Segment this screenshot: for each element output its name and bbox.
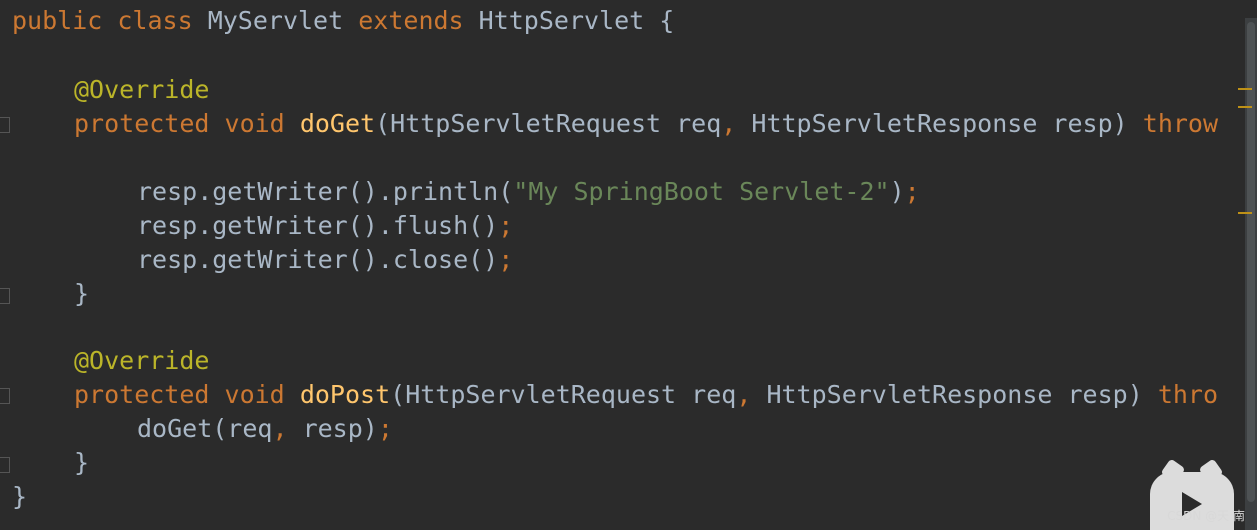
paren: ( — [375, 109, 391, 138]
keyword: extends — [358, 6, 464, 35]
method-call: resp.getWriter().close() — [137, 245, 499, 274]
paren: ) — [889, 177, 905, 206]
method-name: doPost — [299, 380, 391, 409]
method-call: resp.getWriter().println( — [137, 177, 514, 206]
paren: ) — [1112, 109, 1128, 138]
method-name: doGet — [299, 109, 376, 138]
brace: } — [74, 279, 90, 308]
comma: , — [736, 380, 752, 409]
keyword: thro — [1157, 380, 1219, 409]
warning-marker[interactable] — [1238, 88, 1252, 90]
code-editor[interactable]: public class MyServlet extends HttpServl… — [0, 0, 1245, 530]
keyword: class — [117, 6, 193, 35]
code-line-7: resp.getWriter().flush(); — [137, 209, 513, 243]
brace: } — [74, 448, 90, 477]
parameter: resp) — [287, 414, 378, 443]
code-line-9: } — [74, 277, 89, 311]
code-line-12: protected void doPost(HttpServletRequest… — [74, 378, 1218, 412]
brace: } — [12, 482, 28, 511]
warning-marker[interactable] — [1238, 212, 1252, 214]
keyword: public — [12, 6, 103, 35]
keyword: protected — [74, 109, 210, 138]
keyword: throw — [1142, 109, 1219, 138]
keyword: void — [224, 380, 285, 409]
paren: ( — [390, 380, 406, 409]
parameter: HttpServletResponse resp — [751, 109, 1113, 138]
string-literal: "My SpringBoot Servlet-2" — [513, 177, 890, 206]
code-line-1: public class MyServlet extends HttpServl… — [12, 4, 674, 38]
keyword: void — [224, 109, 285, 138]
code-line-8: resp.getWriter().close(); — [137, 243, 513, 277]
method-call: doGet(req — [137, 414, 273, 443]
paren: ) — [1127, 380, 1143, 409]
scrollbar-thumb[interactable] — [1247, 22, 1255, 502]
fold-marker-icon[interactable] — [0, 457, 10, 473]
code-line-15: } — [12, 480, 27, 514]
code-line-6: resp.getWriter().println("My SpringBoot … — [137, 175, 920, 209]
class-name: MyServlet — [207, 6, 344, 35]
annotation: @Override — [74, 75, 210, 104]
parameter: HttpServletResponse resp — [766, 380, 1128, 409]
annotation: @Override — [74, 346, 210, 375]
code-line-11: @Override — [74, 344, 209, 378]
vertical-scrollbar[interactable] — [1245, 18, 1257, 530]
comma: , — [721, 109, 737, 138]
semicolon: ; — [904, 177, 920, 206]
brace: { — [659, 6, 675, 35]
code-line-13: doGet(req, resp); — [137, 412, 393, 446]
comma: , — [272, 414, 288, 443]
parameter: HttpServletRequest req — [405, 380, 737, 409]
code-line-3: @Override — [74, 73, 209, 107]
semicolon: ; — [377, 414, 393, 443]
fold-marker-icon[interactable] — [0, 117, 10, 133]
fold-marker-icon[interactable] — [0, 388, 10, 404]
fold-marker-icon[interactable] — [0, 288, 10, 304]
code-line-4: protected void doGet(HttpServletRequest … — [74, 107, 1218, 141]
watermark: CSDN @天 南 — [1167, 509, 1245, 523]
parent-class: HttpServlet — [478, 6, 645, 35]
method-call: resp.getWriter().flush() — [137, 211, 499, 240]
code-line-14: } — [74, 446, 89, 480]
warning-marker[interactable] — [1238, 106, 1252, 108]
keyword: protected — [74, 380, 210, 409]
parameter: HttpServletRequest req — [390, 109, 722, 138]
semicolon: ; — [498, 211, 514, 240]
semicolon: ; — [498, 245, 514, 274]
